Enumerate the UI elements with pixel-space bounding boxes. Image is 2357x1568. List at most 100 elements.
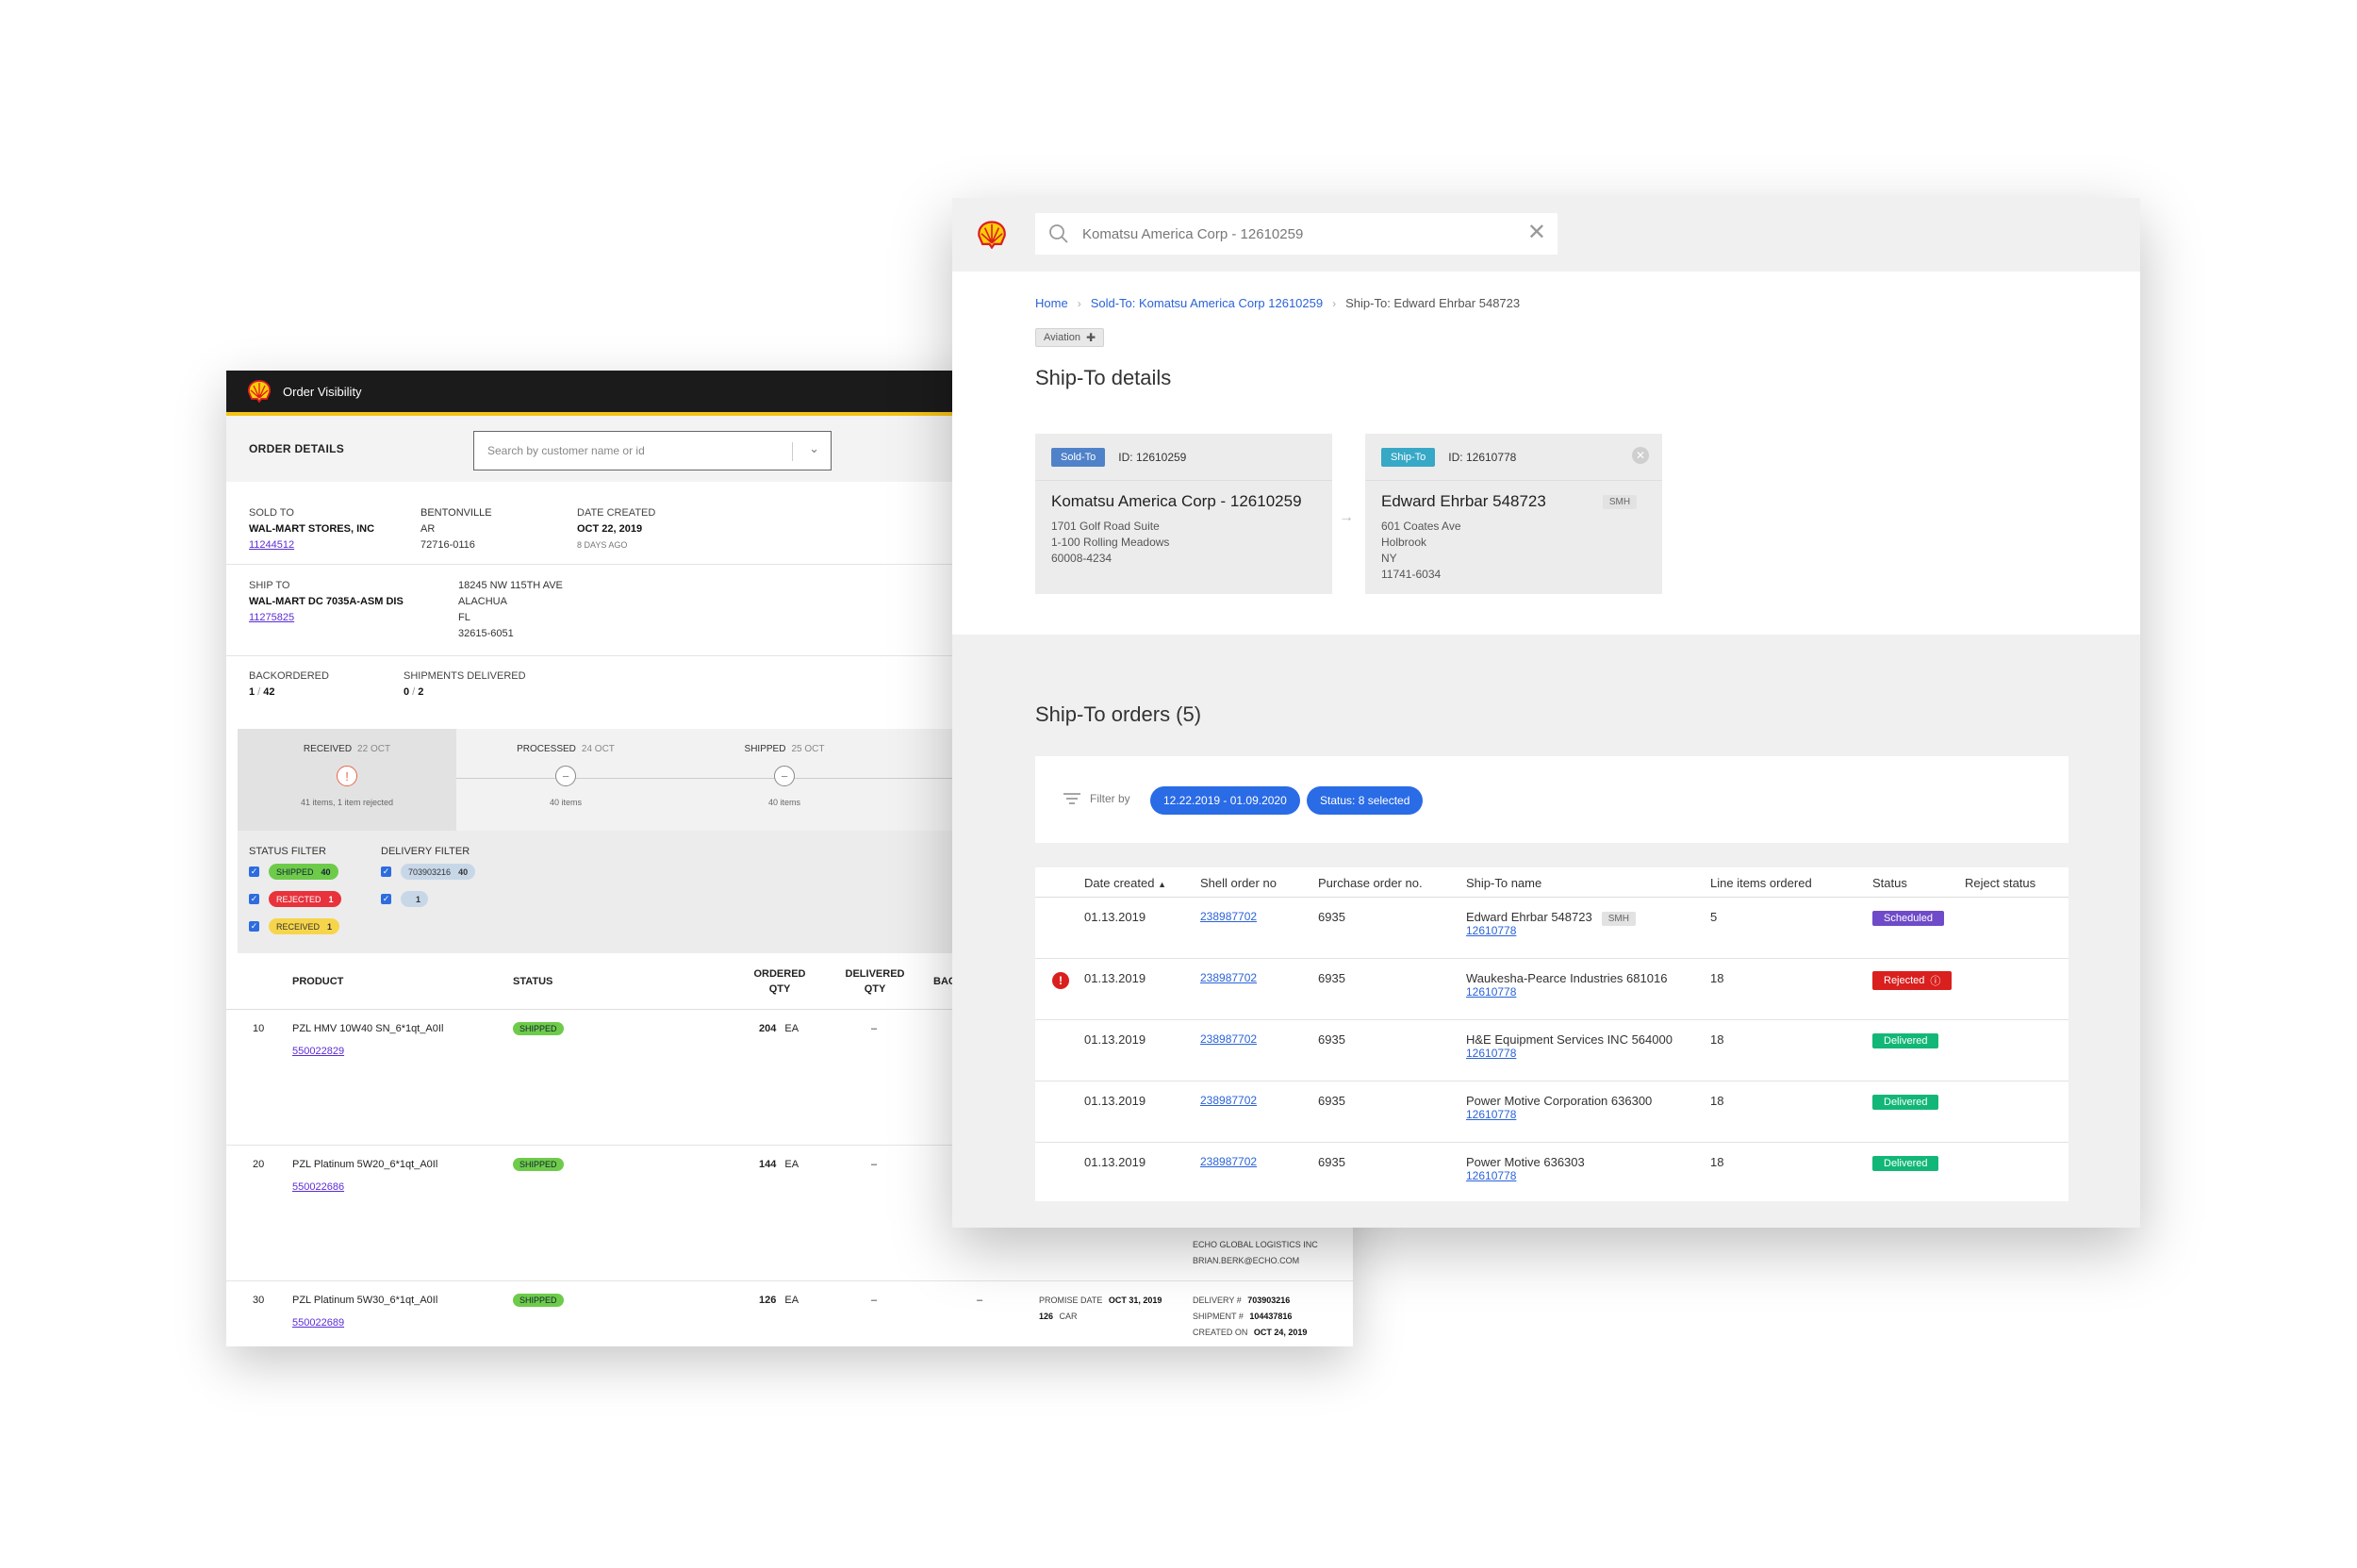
- close-icon[interactable]: ✕: [1527, 222, 1546, 244]
- status-badge: SHIPPED: [513, 1022, 564, 1035]
- col-lines[interactable]: Line items ordered: [1710, 876, 1812, 890]
- product-code-link[interactable]: 550022689: [292, 1317, 344, 1329]
- step-processed[interactable]: PROCESSED 24 OCT − 40 items: [456, 729, 675, 831]
- ship-to-block: SHIP TO WAL-MART DC 7035A-ASM DIS 112758…: [249, 578, 404, 626]
- checkbox[interactable]: ✓: [381, 867, 391, 877]
- product-code-link[interactable]: 550022686: [292, 1181, 344, 1193]
- sold-to-id-link[interactable]: 11244512: [249, 537, 374, 553]
- minus-circle-icon: −: [555, 766, 576, 786]
- search-icon: [1049, 224, 1068, 243]
- table-row[interactable]: 01.13.2019 238987702 6935 Power Motive 6…: [1035, 1143, 2069, 1204]
- details-section: Home › Sold-To: Komatsu America Corp 126…: [952, 272, 2140, 635]
- step-received[interactable]: RECEIVED 22 OCT ! 41 items, 1 item reject…: [238, 729, 456, 831]
- shell-order-link[interactable]: 238987702: [1200, 971, 1257, 984]
- shell-order-link[interactable]: 238987702: [1200, 910, 1257, 923]
- shell-order-link[interactable]: 238987702: [1200, 1032, 1257, 1046]
- shell-order-link[interactable]: 238987702: [1200, 1155, 1257, 1168]
- status-badge: SHIPPED: [513, 1158, 564, 1171]
- chevron-right-icon: ›: [1077, 296, 1081, 310]
- ship-to-id-link[interactable]: 12610778: [1466, 1169, 1585, 1182]
- table-row[interactable]: 01.13.2019 238987702 6935 Edward Ehrbar …: [1035, 898, 2069, 959]
- ship-to-pill: Ship-To: [1381, 447, 1436, 467]
- breadcrumb-current: Ship-To: Edward Ehrbar 548723: [1345, 296, 1521, 310]
- shipments-block: SHIPMENTS DELIVERED 0 / 2: [404, 670, 526, 698]
- filter-received[interactable]: ✓ RECEIVED 1: [249, 918, 340, 934]
- shell-logo-icon: [247, 380, 272, 403]
- ship-to-window: Komatsu America Corp - 12610259 ✕ Home ›…: [952, 198, 2140, 1228]
- shell-logo-icon: [978, 221, 1006, 249]
- ship-to-id-link[interactable]: 12610778: [1466, 924, 1636, 937]
- col-date[interactable]: Date created ▲: [1084, 876, 1166, 890]
- sold-to-pill: Sold-To: [1051, 447, 1106, 467]
- orders-table-header: Date created ▲ Shell order no Purchase o…: [1035, 867, 2069, 898]
- status-badge: Rejected ⓘ: [1872, 971, 1953, 990]
- filter-icon: [1063, 793, 1080, 804]
- col-po[interactable]: Purchase order no.: [1318, 876, 1423, 890]
- filter-shipped[interactable]: ✓ SHIPPED 40: [249, 864, 338, 880]
- filter-delivery-2[interactable]: ✓ 1: [381, 891, 429, 907]
- table-row[interactable]: 01.13.2019 238987702 6935 Power Motive C…: [1035, 1081, 2069, 1143]
- breadcrumb-home[interactable]: Home: [1035, 296, 1068, 310]
- col-reject[interactable]: Reject status: [1965, 876, 2036, 890]
- page-title: Ship-To details: [1035, 366, 1172, 389]
- search-placeholder: Search by customer name or id: [487, 444, 645, 457]
- aviation-tag[interactable]: Aviation ✚: [1035, 328, 1104, 347]
- ship-to-id-link[interactable]: 12610778: [1466, 1047, 1673, 1060]
- orders-table: Date created ▲ Shell order no Purchase o…: [1035, 867, 2069, 1201]
- sort-up-icon: ▲: [1158, 880, 1166, 889]
- backordered-block: BACKORDERED 1 / 42: [249, 670, 329, 698]
- status-badge: Delivered: [1872, 1156, 1939, 1171]
- filter-rejected[interactable]: ✓ REJECTED 1: [249, 891, 341, 907]
- date-range-filter[interactable]: 12.22.2019 - 01.09.2020: [1150, 786, 1300, 815]
- ship-to-id-link[interactable]: 11275825: [249, 610, 404, 626]
- ship-to-card[interactable]: Ship-To ID: 12610778 ✕ Edward Ehrbar 548…: [1365, 434, 1662, 594]
- delivery-info: DELIVERY # 703903216 SHIPMENT # 10443781…: [1193, 1296, 1308, 1337]
- shell-order-link[interactable]: 238987702: [1200, 1094, 1257, 1107]
- plane-icon: ✚: [1085, 331, 1096, 344]
- product-code-link[interactable]: 550022829: [292, 1046, 344, 1057]
- warning-icon: !: [1052, 972, 1069, 989]
- filter-bar: Filter by 12.22.2019 - 01.09.2020 Status…: [1035, 756, 2069, 843]
- col-status[interactable]: Status: [1872, 876, 1907, 890]
- checkbox[interactable]: ✓: [381, 894, 391, 904]
- sold-to-block: SOLD TO WAL-MART STORES, INC 11244512: [249, 505, 374, 553]
- alert-icon: !: [337, 766, 357, 786]
- minus-circle-icon: −: [774, 766, 795, 786]
- table-row[interactable]: 30 PZL Platinum 5W30_6*1qt_A0Il 55002268…: [226, 1281, 1353, 1346]
- info-circle-icon: ⓘ: [1930, 976, 1941, 987]
- app-title: Order Visibility: [283, 384, 362, 399]
- date-created-block: DATE CREATED OCT 22, 2019 8 DAYS AGO: [577, 507, 656, 550]
- status-badge: SHIPPED: [513, 1294, 564, 1307]
- checkbox[interactable]: ✓: [249, 894, 259, 904]
- col-shell[interactable]: Shell order no: [1200, 876, 1277, 890]
- status-filter[interactable]: Status: 8 selected: [1307, 786, 1424, 815]
- ship-to-address: 18245 NW 115TH AVE ALACHUA FL 32615-6051: [458, 580, 563, 639]
- table-row[interactable]: ! 01.13.2019 238987702 6935 Waukesha-Pea…: [1035, 959, 2069, 1020]
- smh-badge: SMH: [1601, 912, 1636, 926]
- checkbox[interactable]: ✓: [249, 867, 259, 877]
- step-shipped[interactable]: SHIPPED 25 OCT − 40 items: [675, 729, 894, 831]
- status-badge: Scheduled: [1872, 911, 1944, 926]
- status-badge: Delivered: [1872, 1033, 1939, 1048]
- filter-by[interactable]: Filter by: [1063, 792, 1130, 805]
- ship-to-id-link[interactable]: 12610778: [1466, 1108, 1652, 1121]
- filter-delivery-1[interactable]: ✓ 703903216 40: [381, 864, 476, 880]
- top-bar: Komatsu America Corp - 12610259 ✕: [952, 198, 2140, 272]
- search-input[interactable]: Komatsu America Corp - 12610259 ✕: [1035, 213, 1558, 255]
- status-badge: Delivered: [1872, 1095, 1939, 1110]
- section-label: ORDER DETAILS: [249, 442, 345, 455]
- close-circle-icon[interactable]: ✕: [1632, 447, 1649, 464]
- col-name[interactable]: Ship-To name: [1466, 876, 1541, 890]
- ship-to-id-link[interactable]: 12610778: [1466, 985, 1667, 999]
- carrier-info: ECHO GLOBAL LOGISTICS INC BRIAN.BERK@ECH…: [1193, 1240, 1318, 1265]
- smh-badge: SMH: [1602, 494, 1638, 509]
- search-value: Komatsu America Corp - 12610259: [1082, 225, 1304, 242]
- checkbox[interactable]: ✓: [249, 921, 259, 932]
- chevron-down-icon[interactable]: ⌄: [809, 441, 819, 456]
- sold-to-card[interactable]: Sold-To ID: 12610259 Komatsu America Cor…: [1035, 434, 1332, 594]
- customer-search-input[interactable]: Search by customer name or id ⌄: [473, 431, 832, 470]
- breadcrumb: Home › Sold-To: Komatsu America Corp 126…: [1035, 296, 1520, 310]
- breadcrumb-sold-to[interactable]: Sold-To: Komatsu America Corp 12610259: [1091, 296, 1323, 310]
- table-row[interactable]: 01.13.2019 238987702 6935 H&E Equipment …: [1035, 1020, 2069, 1081]
- orders-title: Ship-To orders (5): [1035, 702, 1202, 726]
